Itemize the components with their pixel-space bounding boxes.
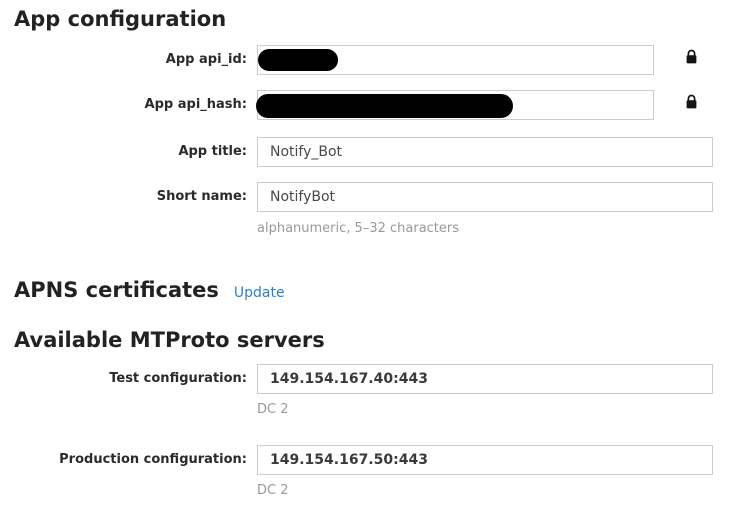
api-id-redaction (258, 49, 338, 71)
test-configuration-dc-hint: DC 2 (257, 402, 289, 417)
form-row-short-name: Short name: (0, 182, 752, 212)
apns-update-link[interactable]: Update (234, 285, 285, 301)
short-name-input[interactable] (257, 182, 713, 212)
section-title-apns-certificates: APNS certificates (14, 278, 219, 302)
app-title-input[interactable] (257, 137, 713, 167)
apns-heading-row: APNS certificates Update (14, 278, 285, 302)
form-row-production-configuration: Production configuration: (0, 445, 752, 475)
form-row-test-configuration: Test configuration: (0, 364, 752, 394)
form-row-api-hash: App api_hash: (0, 90, 752, 120)
test-configuration-input[interactable] (257, 364, 713, 394)
form-row-app-title: App title: (0, 137, 752, 167)
lock-icon (685, 94, 698, 109)
lock-icon (685, 49, 698, 64)
production-configuration-input[interactable] (257, 445, 713, 475)
short-name-hint: alphanumeric, 5–32 characters (257, 221, 459, 236)
production-configuration-dc-hint: DC 2 (257, 483, 289, 498)
api-id-label: App api_id: (166, 45, 247, 75)
form-row-api-id: App api_id: (0, 45, 752, 75)
section-title-mtproto-servers: Available MTProto servers (14, 328, 325, 352)
test-configuration-label: Test configuration: (109, 364, 247, 394)
api-hash-label: App api_hash: (145, 90, 247, 120)
app-title-label: App title: (178, 137, 247, 167)
section-title-app-configuration: App configuration (14, 7, 226, 31)
api-hash-redaction (256, 94, 513, 118)
production-configuration-label: Production configuration: (59, 445, 247, 475)
short-name-label: Short name: (157, 182, 247, 212)
app-configuration-page: App configuration App api_id: App api_ha… (0, 0, 752, 506)
